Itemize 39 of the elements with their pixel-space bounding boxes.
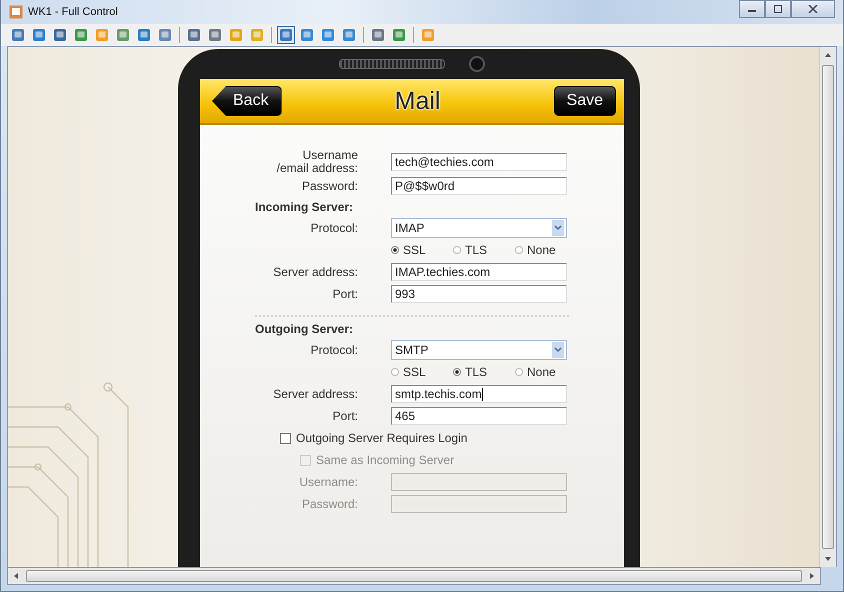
window-title: WK1 - Full Control: [28, 6, 118, 18]
text-field[interactable]: smtp.techis.com: [391, 385, 567, 403]
radio-option[interactable]: None: [515, 365, 556, 379]
camera-lens: [469, 56, 485, 72]
maximize-button[interactable]: [765, 0, 791, 18]
text-field[interactable]: P@$$w0rd: [391, 177, 567, 195]
radio-option[interactable]: TLS: [453, 243, 515, 257]
field-label: Password:: [300, 498, 358, 510]
section-heading: Incoming Server:: [254, 199, 354, 216]
field-label: Port:: [332, 410, 358, 422]
close-button[interactable]: [791, 0, 835, 18]
app-icon: [9, 5, 23, 19]
vertical-scrollbar[interactable]: [819, 47, 836, 567]
save-button[interactable]: Save: [554, 86, 616, 116]
protocol-dropdown[interactable]: IMAP: [391, 218, 567, 238]
field-label: Server address:: [272, 388, 358, 400]
field-label: Username:: [298, 476, 358, 488]
text-field[interactable]: 993: [391, 285, 567, 303]
screen-title: Mail: [394, 86, 440, 116]
field-label: Server address:: [272, 266, 358, 278]
field-label: Port:: [332, 288, 358, 300]
horizontal-scrollbar[interactable]: [7, 567, 821, 585]
text-field[interactable]: IMAP.techies.com: [391, 263, 567, 281]
text-field[interactable]: 465: [391, 407, 567, 425]
maximize-icon: [773, 5, 783, 13]
radio-option[interactable]: None: [515, 243, 556, 257]
radio-option[interactable]: SSL: [391, 243, 453, 257]
radio-option[interactable]: SSL: [391, 365, 453, 379]
back-button[interactable]: Back: [212, 86, 282, 116]
text-field[interactable]: tech@techies.com: [391, 153, 567, 171]
field-label: Protocol:: [310, 222, 358, 234]
field-label: Username /email address:: [276, 149, 358, 175]
radio-option[interactable]: TLS: [453, 365, 515, 379]
field-label: Protocol:: [310, 344, 358, 356]
section-heading: Outgoing Server:: [254, 321, 354, 338]
protocol-dropdown[interactable]: SMTP: [391, 340, 567, 360]
field-label: Password:: [300, 180, 358, 192]
checkbox-option[interactable]: Outgoing Server Requires Login: [200, 427, 468, 449]
minimize-button[interactable]: [739, 0, 765, 18]
